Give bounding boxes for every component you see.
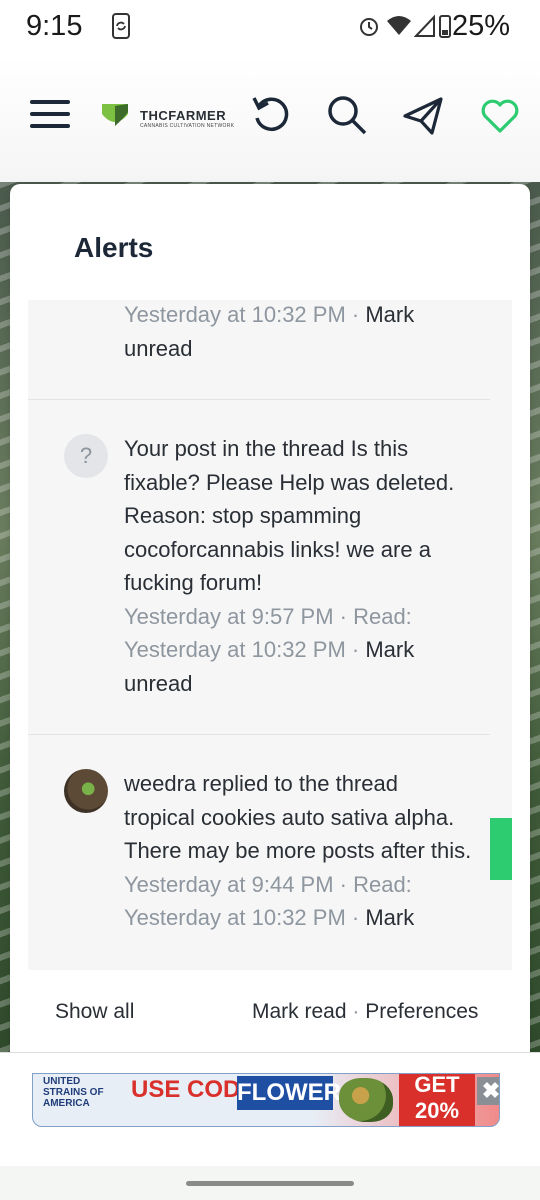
logo-text[interactable]: THCFARMER: [140, 108, 226, 123]
status-bar: 9:15 25%: [0, 0, 540, 56]
alert-text: Yesterday at 10:32 PM · Mark unread: [124, 302, 415, 361]
alerts-panel: Alerts Yesterday at 10:32 PM · Mark unre…: [10, 184, 530, 1074]
alert-text: Your post in the thread Is this fixable?…: [124, 436, 455, 696]
ad-bud-image: [339, 1078, 393, 1122]
battery-percent: 25%: [452, 10, 511, 42]
preferences-link[interactable]: Preferences: [365, 1000, 478, 1023]
unknown-avatar-icon: ?: [64, 434, 108, 478]
scroll-indicator[interactable]: [490, 818, 512, 880]
wifi-icon: [387, 16, 411, 35]
user-avatar[interactable]: [64, 769, 108, 813]
menu-icon[interactable]: [30, 96, 70, 132]
alerts-title: Alerts: [74, 232, 154, 263]
alert-message[interactable]: weedra replied to the thread tropical co…: [124, 771, 471, 863]
ad-banner[interactable]: UNITED STRAINS OF AMERICA USE CODE FLOWE…: [32, 1073, 500, 1127]
status-time: 9:15: [26, 10, 83, 42]
alerts-list[interactable]: Yesterday at 10:32 PM · Mark unread ? Yo…: [28, 300, 512, 970]
navigation-bar: [0, 1166, 540, 1200]
mark-read-link[interactable]: Mark read: [252, 1000, 347, 1023]
alert-item[interactable]: Yesterday at 10:32 PM · Mark unread: [28, 300, 512, 400]
ad-offer: GET 20% OFF NOW: [399, 1074, 475, 1126]
send-icon[interactable]: [402, 96, 444, 136]
ad-brand: UNITED STRAINS OF AMERICA: [43, 1076, 104, 1109]
refresh-icon[interactable]: [250, 94, 292, 136]
site-header: THCFARMER CANNABIS CULTIVATION NETWORK: [0, 56, 540, 182]
signal-icon: [414, 14, 435, 37]
ad-code: FLOWER: [237, 1076, 341, 1110]
show-all-link[interactable]: Show all: [55, 1000, 134, 1024]
search-icon[interactable]: [326, 94, 368, 136]
alert-message[interactable]: Your post in the thread Is this fixable?…: [124, 436, 454, 595]
mark-link[interactable]: Mark: [365, 905, 414, 930]
footer-actions: Mark read · Preferences: [252, 1000, 479, 1023]
alert-time: Yesterday at 10:32 PM: [124, 302, 346, 327]
logo-icon[interactable]: [100, 100, 130, 130]
heart-icon[interactable]: [480, 98, 520, 134]
alert-text: weedra replied to the thread tropical co…: [124, 771, 472, 930]
alerts-footer: Show all Mark read · Preferences: [28, 970, 512, 1058]
battery-icon: [439, 15, 451, 38]
alert-item[interactable]: ? Your post in the thread Is this fixabl…: [28, 400, 512, 735]
alarm-icon: [360, 18, 378, 36]
logo-subtitle: CANNABIS CULTIVATION NETWORK: [140, 123, 235, 129]
alert-item[interactable]: weedra replied to the thread tropical co…: [28, 735, 512, 970]
close-icon[interactable]: ✖: [477, 1077, 499, 1105]
sync-icon: [112, 13, 130, 39]
ad-container: UNITED STRAINS OF AMERICA USE CODE FLOWE…: [0, 1052, 540, 1167]
home-gesture-handle[interactable]: [186, 1181, 354, 1186]
